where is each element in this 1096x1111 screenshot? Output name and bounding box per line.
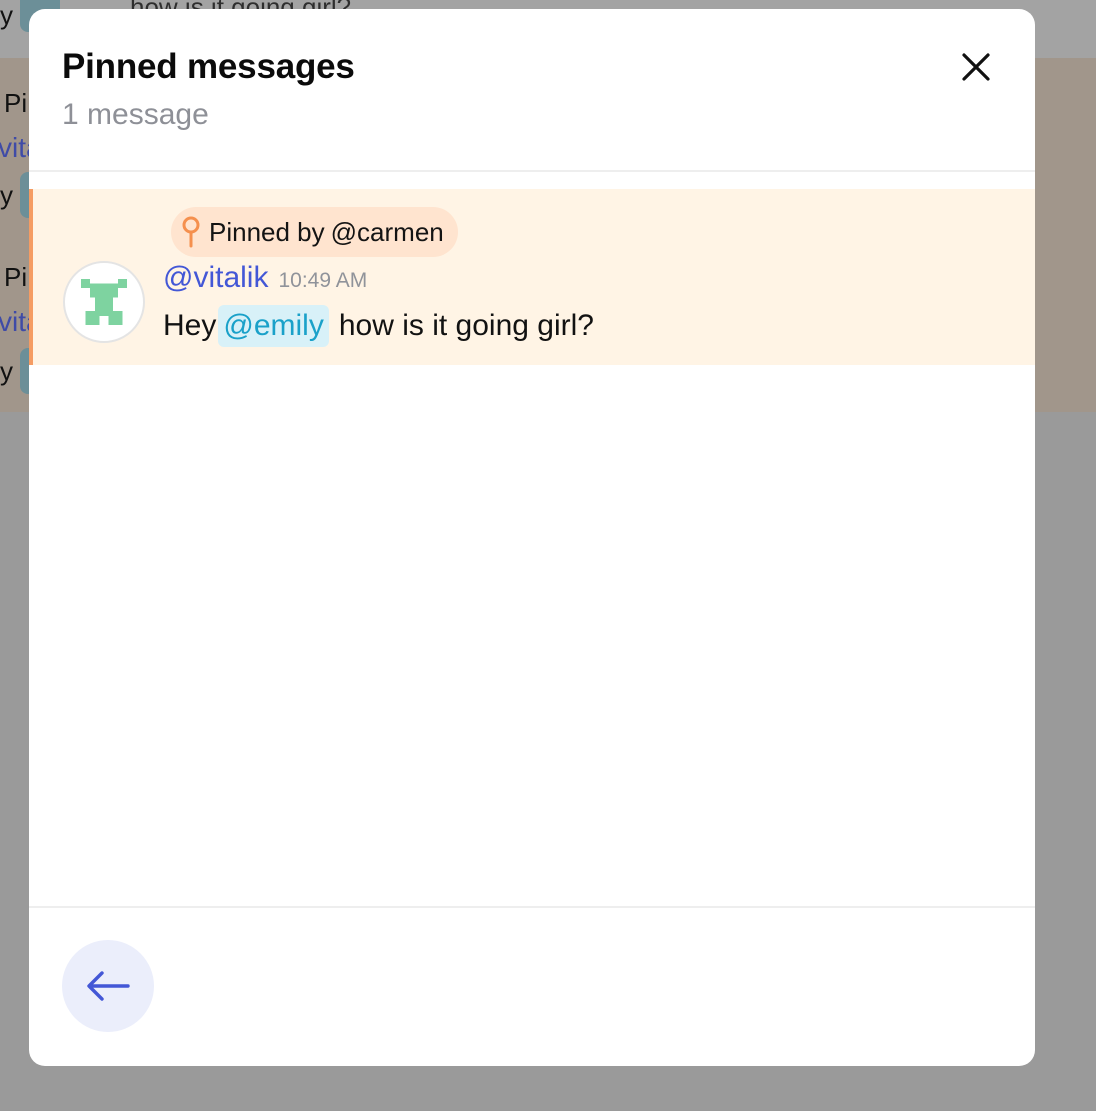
background-label: Pi	[4, 262, 28, 292]
background-text: y	[0, 180, 13, 210]
modal-header: Pinned messages 1 message	[29, 9, 1035, 181]
message-text: Hey @emily how is it going girl?	[163, 301, 594, 351]
map-pin-icon	[182, 216, 200, 248]
message-author[interactable]: @vitalik	[163, 261, 268, 295]
pinned-by-badge: Pinned by @carmen	[171, 207, 458, 257]
message-text-after: how is it going girl?	[338, 309, 594, 342]
background-text: y	[0, 356, 13, 386]
header-divider	[29, 170, 1035, 172]
user-mention[interactable]: @emily	[218, 305, 329, 347]
avatar[interactable]	[63, 261, 145, 343]
message-text-before: Hey	[163, 309, 217, 342]
modal-title: Pinned messages	[62, 47, 355, 86]
back-button[interactable]	[62, 940, 154, 1032]
pixel-avatar-icon	[81, 279, 127, 325]
pinned-by-user[interactable]: @carmen	[331, 217, 444, 248]
close-icon	[962, 53, 990, 81]
pinned-message-item[interactable]: Pinned by @carmen @vitalik 10:49 AM Hey …	[29, 189, 1035, 365]
pinned-by-label: Pinned by	[209, 216, 325, 247]
arrow-left-icon	[87, 971, 130, 1001]
pinned-accent-bar	[29, 189, 33, 365]
message-count: 1 message	[62, 98, 209, 131]
pinned-messages-modal: Pinned messages 1 message Pinned by @car…	[29, 9, 1035, 1066]
message-time: 10:49 AM	[278, 269, 368, 292]
close-button[interactable]	[954, 45, 998, 89]
background-label: Pi	[4, 88, 28, 118]
footer-divider	[29, 906, 1035, 908]
background-text: y	[0, 0, 13, 30]
message-meta: @vitalik 10:49 AM	[163, 261, 367, 301]
